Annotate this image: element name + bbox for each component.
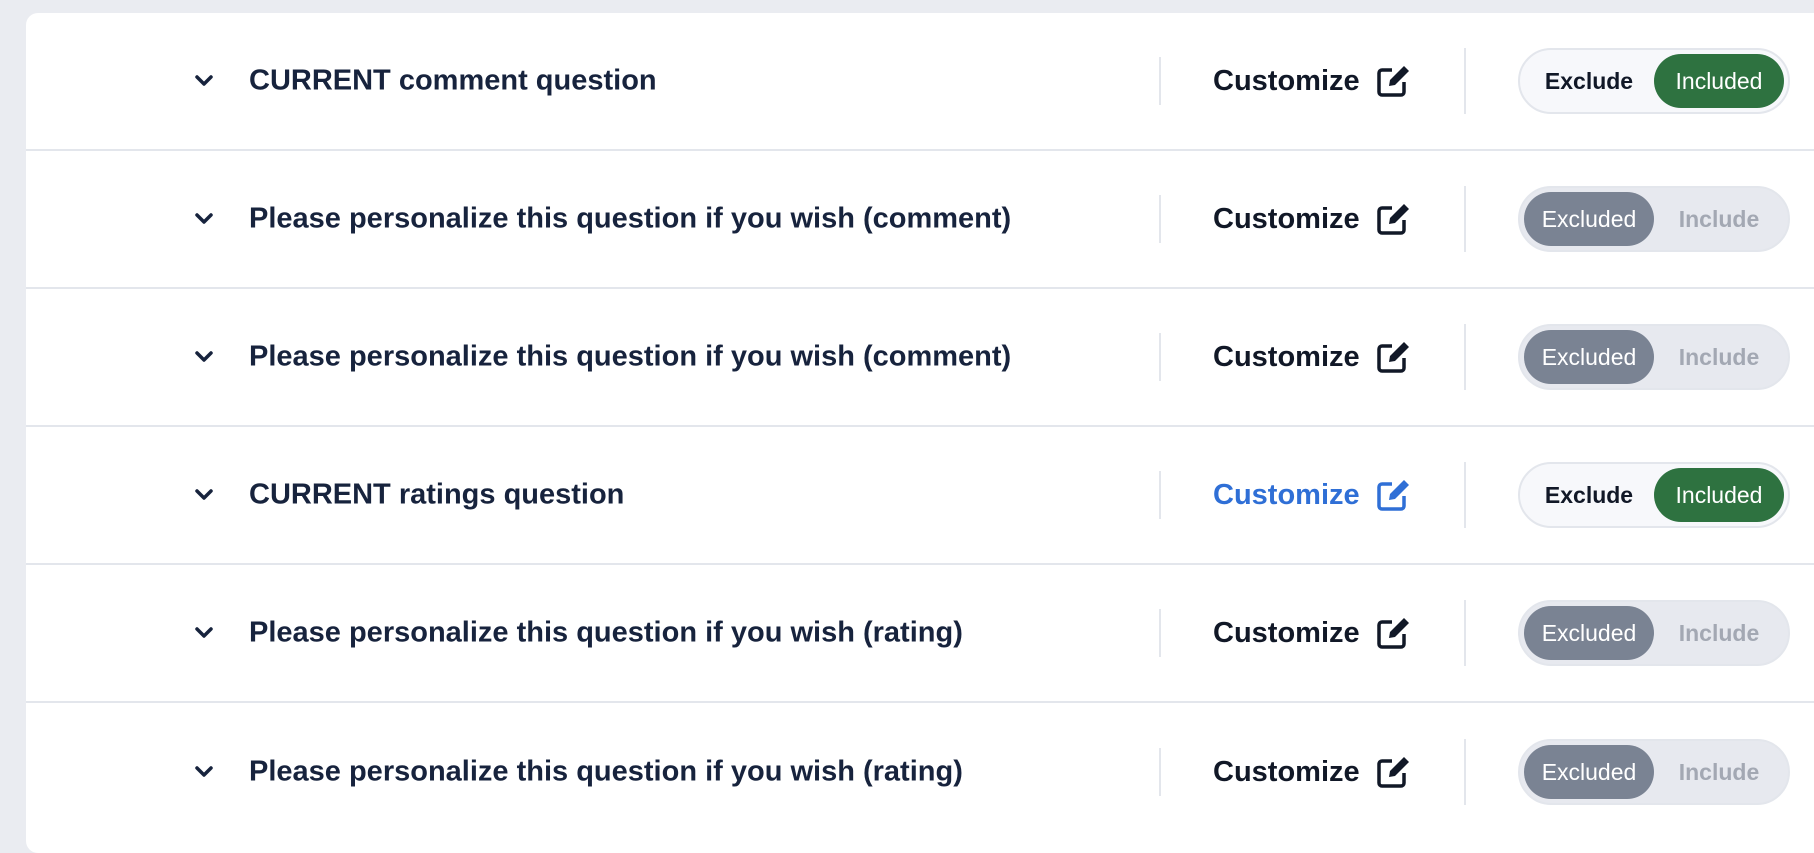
question-row: Please personalize this question if you …: [26, 703, 1814, 841]
customize-button[interactable]: Customize: [1213, 202, 1412, 236]
customize-button[interactable]: Customize: [1213, 616, 1412, 650]
question-title: Please personalize this question if you …: [249, 755, 963, 788]
chevron-down-icon[interactable]: [186, 339, 222, 375]
divider: [1159, 471, 1161, 519]
include-option[interactable]: Include: [1654, 745, 1784, 799]
divider: [1464, 48, 1466, 114]
customize-label: Customize: [1213, 202, 1360, 235]
divider: [1464, 600, 1466, 666]
question-title: Please personalize this question if you …: [249, 202, 1012, 235]
edit-square-icon: [1376, 618, 1409, 649]
excluded-option[interactable]: Excluded: [1524, 330, 1654, 384]
excluded-option[interactable]: Excluded: [1524, 192, 1654, 246]
included-option[interactable]: Included: [1654, 468, 1784, 522]
chevron-down-icon[interactable]: [186, 63, 222, 99]
edit-square-icon: [1376, 204, 1409, 235]
question-row: Please personalize this question if you …: [26, 565, 1814, 703]
customize-button[interactable]: Customize: [1213, 478, 1412, 512]
excluded-option[interactable]: Excluded: [1524, 606, 1654, 660]
question-title: CURRENT ratings question: [249, 478, 625, 511]
divider: [1464, 739, 1466, 805]
include-toggle[interactable]: Exclude Included: [1518, 462, 1790, 528]
customize-button[interactable]: Customize: [1213, 340, 1412, 374]
question-row: CURRENT ratings question Customize Exclu…: [26, 427, 1814, 565]
chevron-down-icon[interactable]: [186, 754, 222, 790]
customize-button[interactable]: Customize: [1213, 755, 1412, 789]
customize-label: Customize: [1213, 64, 1360, 97]
include-option[interactable]: Include: [1654, 192, 1784, 246]
include-option[interactable]: Include: [1654, 606, 1784, 660]
divider: [1464, 462, 1466, 528]
divider: [1159, 333, 1161, 381]
exclude-option[interactable]: Exclude: [1524, 468, 1654, 522]
edit-square-icon: [1376, 342, 1409, 373]
divider: [1464, 186, 1466, 252]
chevron-down-icon[interactable]: [186, 615, 222, 651]
question-title: Please personalize this question if you …: [249, 340, 1012, 373]
included-option[interactable]: Included: [1654, 54, 1784, 108]
chevron-down-icon[interactable]: [186, 201, 222, 237]
edit-square-icon: [1376, 480, 1409, 511]
divider: [1159, 57, 1161, 105]
excluded-option[interactable]: Excluded: [1524, 745, 1654, 799]
chevron-down-icon[interactable]: [186, 477, 222, 513]
divider: [1159, 748, 1161, 796]
include-toggle[interactable]: Excluded Include: [1518, 600, 1790, 666]
question-row: CURRENT comment question Customize Exclu…: [26, 13, 1814, 151]
exclude-option[interactable]: Exclude: [1524, 54, 1654, 108]
customize-label: Customize: [1213, 340, 1360, 373]
question-row: Please personalize this question if you …: [26, 151, 1814, 289]
customize-label: Customize: [1213, 478, 1360, 511]
divider: [1159, 195, 1161, 243]
include-toggle[interactable]: Excluded Include: [1518, 186, 1790, 252]
include-toggle[interactable]: Excluded Include: [1518, 739, 1790, 805]
customize-label: Customize: [1213, 616, 1360, 649]
customize-button[interactable]: Customize: [1213, 64, 1412, 98]
edit-square-icon: [1376, 757, 1409, 788]
divider: [1464, 324, 1466, 390]
include-toggle[interactable]: Excluded Include: [1518, 324, 1790, 390]
divider: [1159, 609, 1161, 657]
edit-square-icon: [1376, 66, 1409, 97]
include-toggle[interactable]: Exclude Included: [1518, 48, 1790, 114]
question-row: Please personalize this question if you …: [26, 289, 1814, 427]
customize-label: Customize: [1213, 755, 1360, 788]
question-title: CURRENT comment question: [249, 64, 657, 97]
include-option[interactable]: Include: [1654, 330, 1784, 384]
question-title: Please personalize this question if you …: [249, 616, 963, 649]
